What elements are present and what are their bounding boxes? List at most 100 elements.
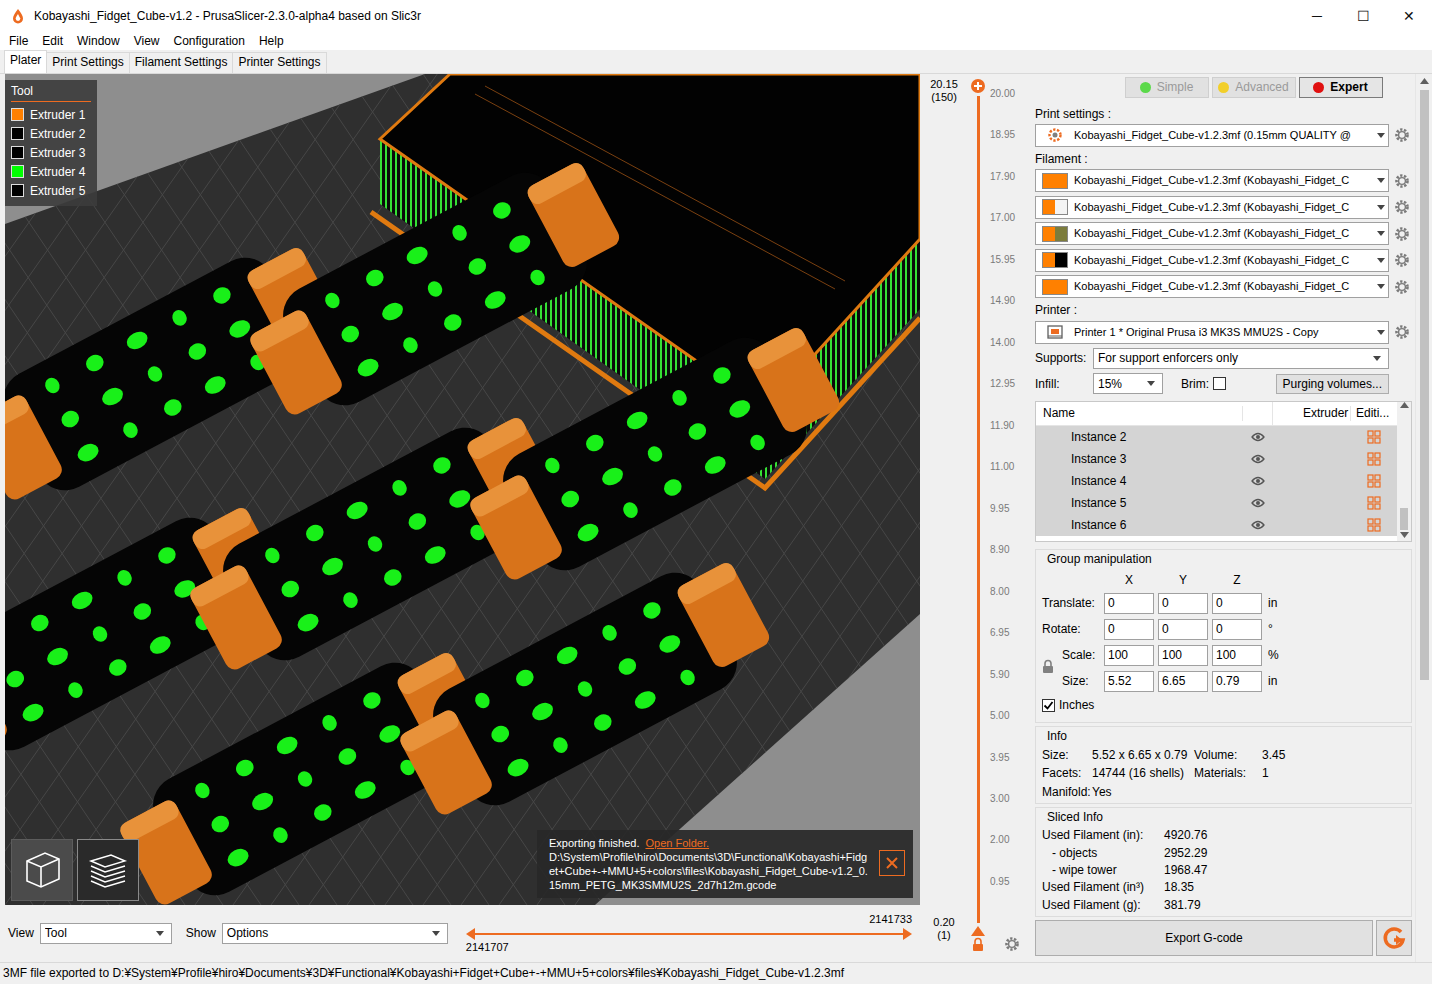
value-field[interactable]: 0 [1212, 619, 1262, 640]
value-field[interactable]: 100 [1212, 645, 1262, 666]
instance-icon[interactable] [1367, 474, 1381, 488]
filament-combo[interactable]: Kobayashi_Fidget_Cube-v1.2.3mf (Kobayash… [1035, 196, 1389, 219]
value-field[interactable]: 0.79 [1212, 671, 1262, 692]
scroll-thumb[interactable] [1400, 508, 1408, 530]
low-thumb[interactable] [466, 928, 475, 940]
mode-button[interactable]: Expert [1299, 77, 1383, 98]
open-folder-link[interactable]: Open Folder. [646, 837, 710, 849]
dropdown-arrow-icon[interactable] [1373, 356, 1381, 361]
view-type-select[interactable]: Tool [40, 923, 172, 944]
show-options-select[interactable]: Options [222, 923, 448, 944]
edit-preset-gear-icon[interactable] [1392, 250, 1412, 270]
tab[interactable]: Plater [4, 50, 47, 73]
filament-value: Kobayashi_Fidget_Cube-v1.2.3mf (Kobayash… [1074, 254, 1370, 267]
value-field[interactable]: 0 [1158, 593, 1208, 614]
instance-icon[interactable] [1367, 430, 1381, 444]
object-list-row[interactable]: Instance 5 [1036, 492, 1397, 514]
lower-thumb-icon[interactable] [970, 925, 986, 937]
list-scrollbar[interactable] [1397, 402, 1411, 541]
dropdown-arrow-icon[interactable] [1377, 205, 1385, 210]
notification-close-button[interactable] [879, 850, 905, 876]
filament-combo[interactable]: Kobayashi_Fidget_Cube-v1.2.3mf (Kobayash… [1035, 222, 1389, 245]
menu-item[interactable]: File [2, 32, 35, 50]
filament-combo[interactable]: Kobayashi_Fidget_Cube-v1.2.3mf (Kobayash… [1035, 275, 1389, 298]
dropdown-arrow-icon[interactable] [1377, 258, 1385, 263]
tab[interactable]: Print Settings [46, 52, 129, 73]
tab[interactable]: Filament Settings [129, 52, 234, 73]
send-to-printer-button[interactable] [1376, 920, 1412, 956]
edit-preset-gear-icon[interactable] [1392, 171, 1412, 191]
infill-select[interactable]: 15% [1093, 373, 1163, 394]
eye-icon[interactable] [1251, 520, 1265, 530]
eye-icon[interactable] [1251, 432, 1265, 442]
value-field[interactable]: 5.52 [1104, 671, 1154, 692]
export-gcode-button[interactable]: Export G-code [1035, 920, 1373, 956]
eye-icon[interactable] [1251, 498, 1265, 508]
brim-checkbox[interactable] [1213, 377, 1226, 390]
edit-preset-gear-icon[interactable] [1392, 277, 1412, 297]
dropdown-arrow-icon[interactable] [1147, 381, 1155, 386]
object-list-row[interactable]: Instance 2 [1036, 426, 1397, 448]
edit-preset-gear-icon[interactable] [1392, 322, 1412, 342]
3d-view-button[interactable] [11, 839, 73, 901]
value-field[interactable]: 100 [1104, 645, 1154, 666]
value-field[interactable]: 6.65 [1158, 671, 1208, 692]
maximize-button[interactable]: ☐ [1340, 0, 1386, 32]
filament-combo[interactable]: Kobayashi_Fidget_Cube-v1.2.3mf (Kobayash… [1035, 249, 1389, 272]
dropdown-arrow-icon[interactable] [432, 931, 440, 936]
dropdown-arrow-icon[interactable] [1377, 231, 1385, 236]
sidebar-scrollbar[interactable] [1415, 74, 1432, 962]
settings-gear-icon[interactable] [990, 936, 1033, 952]
object-list-row[interactable]: Instance 3 [1036, 448, 1397, 470]
dropdown-arrow-icon[interactable] [1377, 330, 1385, 335]
scroll-up-icon[interactable] [1420, 78, 1429, 84]
scale-lock-icon[interactable] [1042, 659, 1054, 674]
tab[interactable]: Printer Settings [232, 52, 326, 73]
close-button[interactable]: ✕ [1386, 0, 1432, 32]
object-list-row[interactable]: Instance 4 [1036, 470, 1397, 492]
mode-button[interactable]: Advanced [1212, 77, 1296, 98]
menu-item[interactable]: Window [70, 32, 127, 50]
minimize-button[interactable]: ─ [1294, 0, 1340, 32]
printer-combo[interactable]: Printer 1 * Original Prusa i3 MK3S MMU2S… [1035, 321, 1389, 344]
print-settings-combo[interactable]: Kobayashi_Fidget_Cube-v1.2.3mf (0.15mm Q… [1035, 124, 1389, 147]
top-height-label: 20.15 [930, 78, 958, 91]
menu-item[interactable]: View [127, 32, 167, 50]
3d-viewport[interactable]: ToolExtruder 1Extruder 2Extruder 3Extrud… [5, 74, 920, 905]
dropdown-arrow-icon[interactable] [1377, 133, 1385, 138]
purging-volumes-button[interactable]: Purging volumes... [1276, 374, 1389, 394]
scroll-down-icon[interactable] [1400, 532, 1409, 538]
move-slider[interactable]: 21417332141707 [466, 913, 912, 953]
mode-button[interactable]: Simple [1125, 77, 1209, 98]
dropdown-arrow-icon[interactable] [156, 931, 164, 936]
supports-select[interactable]: For support enforcers only [1093, 348, 1389, 369]
value-field[interactable]: 100 [1158, 645, 1208, 666]
lock-icon[interactable] [972, 937, 984, 952]
instance-icon[interactable] [1367, 452, 1381, 466]
menu-item[interactable]: Help [252, 32, 291, 50]
instance-icon[interactable] [1367, 496, 1381, 510]
value-field[interactable]: 0 [1212, 593, 1262, 614]
edit-preset-gear-icon[interactable] [1392, 224, 1412, 244]
add-color-change-icon[interactable] [970, 78, 986, 94]
edit-preset-gear-icon[interactable] [1392, 197, 1412, 217]
value-field[interactable]: 0 [1104, 593, 1154, 614]
dropdown-arrow-icon[interactable] [1377, 284, 1385, 289]
high-thumb[interactable] [903, 928, 912, 940]
menu-item[interactable]: Edit [35, 32, 70, 50]
value-field[interactable]: 0 [1158, 619, 1208, 640]
scroll-up-icon[interactable] [1400, 402, 1409, 408]
eye-icon[interactable] [1251, 476, 1265, 486]
filament-combo[interactable]: Kobayashi_Fidget_Cube-v1.2.3mf (Kobayash… [1035, 169, 1389, 192]
menu-item[interactable]: Configuration [167, 32, 252, 50]
layer-slider[interactable]: 20.15(150)0.20(1)20.0018.9517.9017.0015.… [920, 74, 1033, 962]
eye-icon[interactable] [1251, 454, 1265, 464]
object-list-row[interactable]: Instance 6 [1036, 514, 1397, 536]
edit-preset-gear-icon[interactable] [1392, 125, 1412, 145]
inches-checkbox[interactable] [1042, 699, 1055, 712]
preview-button[interactable] [77, 839, 139, 901]
value-field[interactable]: 0 [1104, 619, 1154, 640]
dropdown-arrow-icon[interactable] [1377, 178, 1385, 183]
scroll-thumb[interactable] [1420, 90, 1429, 680]
instance-icon[interactable] [1367, 518, 1381, 532]
